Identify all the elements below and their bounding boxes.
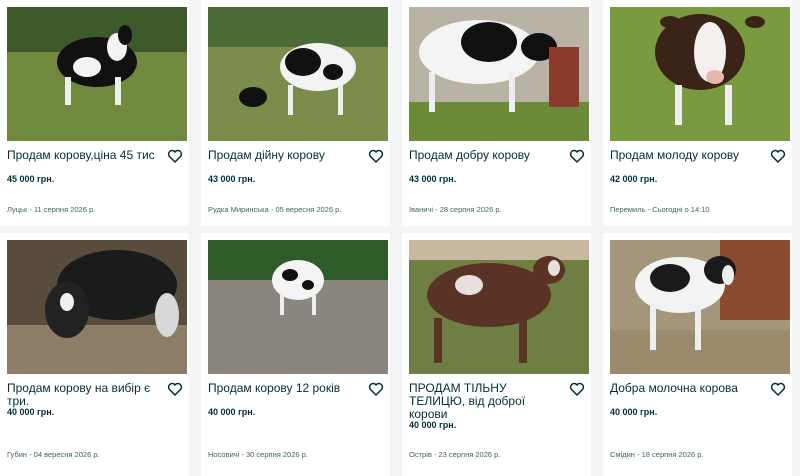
- listing-photo[interactable]: [409, 7, 589, 141]
- heart-icon[interactable]: [769, 380, 787, 398]
- listing-title[interactable]: Продам добру корову: [409, 149, 559, 162]
- cow-photo-image: [208, 7, 388, 141]
- listing-title[interactable]: Продам корову на вибір є три.: [7, 382, 157, 408]
- listing-price: 43 000 грн.: [208, 174, 256, 184]
- heart-icon[interactable]: [568, 380, 586, 398]
- listing-card[interactable]: Продам корову 12 років 40 000 грн. Носов…: [201, 233, 390, 476]
- listing-location-date: Перемиль - Сьогодні о 14:10: [610, 205, 710, 214]
- listing-price: 40 000 грн.: [208, 407, 256, 417]
- listing-price: 40 000 грн.: [610, 407, 658, 417]
- cow-photo-image: [208, 240, 388, 374]
- listing-location-date: Острів - 23 серпня 2026 р.: [409, 450, 501, 459]
- listing-location-date: Губин - 04 вересня 2026 р.: [7, 450, 100, 459]
- listing-location-date: Смідин - 18 серпня 2026 р.: [610, 450, 704, 459]
- listing-card[interactable]: Добра молочна корова 40 000 грн. Смідин …: [603, 233, 792, 476]
- listing-photo[interactable]: [409, 240, 589, 374]
- cow-photo-image: [610, 7, 790, 141]
- heart-icon[interactable]: [769, 147, 787, 165]
- listing-photo[interactable]: [208, 7, 388, 141]
- listing-photo[interactable]: [610, 7, 790, 141]
- heart-icon[interactable]: [367, 147, 385, 165]
- listings-grid: Продам корову,ціна 45 тис 45 000 грн. Лу…: [0, 0, 800, 476]
- listing-price: 40 000 грн.: [7, 407, 55, 417]
- listing-title[interactable]: Продам молоду корову: [610, 149, 760, 162]
- listing-photo[interactable]: [7, 240, 187, 374]
- listing-card[interactable]: Продам дійну корову 43 000 грн. Рудка Ми…: [201, 0, 390, 226]
- heart-icon[interactable]: [166, 147, 184, 165]
- cow-photo-image: [610, 240, 790, 374]
- listing-price: 40 000 грн.: [409, 420, 457, 430]
- cow-photo-image: [409, 7, 589, 141]
- listing-photo[interactable]: [610, 240, 790, 374]
- listing-location-date: Іваничі - 28 серпня 2026 р.: [409, 205, 502, 214]
- cow-photo-image: [7, 240, 187, 374]
- listing-price: 42 000 грн.: [610, 174, 658, 184]
- heart-icon[interactable]: [166, 380, 184, 398]
- listing-price: 43 000 грн.: [409, 174, 457, 184]
- cow-photo-image: [7, 7, 187, 141]
- listing-photo[interactable]: [208, 240, 388, 374]
- listing-price: 45 000 грн.: [7, 174, 55, 184]
- listing-title[interactable]: Добра молочна корова: [610, 382, 760, 395]
- listing-location-date: Луцьк - 11 серпня 2026 р.: [7, 205, 96, 214]
- listing-title[interactable]: ПРОДАМ ТІЛЬНУ ТЕЛИЦЮ, від доброї корови: [409, 382, 559, 421]
- listing-title[interactable]: Продам корову,ціна 45 тис: [7, 149, 157, 162]
- heart-icon[interactable]: [568, 147, 586, 165]
- listing-title[interactable]: Продам дійну корову: [208, 149, 358, 162]
- listing-photo[interactable]: [7, 7, 187, 141]
- listing-title[interactable]: Продам корову 12 років: [208, 382, 358, 395]
- heart-icon[interactable]: [367, 380, 385, 398]
- listing-card[interactable]: Продам добру корову 43 000 грн. Іваничі …: [402, 0, 591, 226]
- listing-card[interactable]: ПРОДАМ ТІЛЬНУ ТЕЛИЦЮ, від доброї корови …: [402, 233, 591, 476]
- listing-location-date: Рудка Миринська - 05 вересня 2026 р.: [208, 205, 342, 214]
- listing-card[interactable]: Продам молоду корову 42 000 грн. Перемил…: [603, 0, 792, 226]
- cow-photo-image: [409, 240, 589, 374]
- listing-card[interactable]: Продам корову,ціна 45 тис 45 000 грн. Лу…: [0, 0, 189, 226]
- listing-card[interactable]: Продам корову на вибір є три. 40 000 грн…: [0, 233, 189, 476]
- listing-location-date: Носовичі - 30 серпня 2026 р.: [208, 450, 308, 459]
